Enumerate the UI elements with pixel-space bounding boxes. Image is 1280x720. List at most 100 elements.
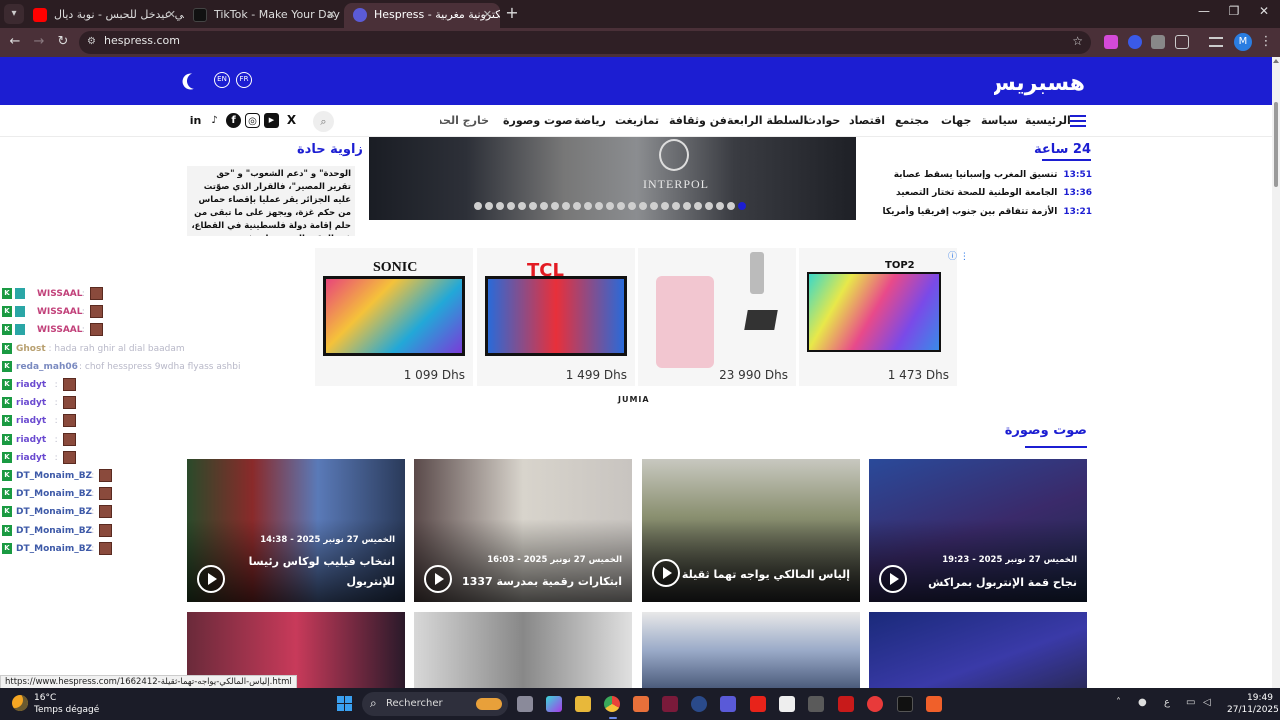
chat-username[interactable]: Ghost xyxy=(16,342,46,356)
weather-temperature[interactable]: 16°C xyxy=(34,693,56,703)
play-icon[interactable] xyxy=(424,565,452,593)
latest-section-title[interactable]: 24 ساعة xyxy=(1034,142,1091,157)
nav-item-economy[interactable]: اقتصاد xyxy=(849,114,885,127)
ad-product-card[interactable]: 23 990 Dhs xyxy=(638,248,796,386)
site-search-icon[interactable]: ⌕ xyxy=(313,111,334,132)
extension-icon[interactable] xyxy=(1151,35,1165,49)
nav-item-video[interactable]: صوت وصورة xyxy=(503,114,573,127)
scrollbar-thumb[interactable] xyxy=(1274,102,1278,187)
app-icon[interactable] xyxy=(633,696,649,712)
slider-dot[interactable] xyxy=(496,202,504,210)
chrome-menu-icon[interactable]: ⋮ xyxy=(1257,33,1275,51)
video-card[interactable] xyxy=(642,612,860,689)
tray-chevron-icon[interactable]: ˄ xyxy=(1116,697,1121,708)
tab-youtube[interactable]: كلشي عيدخل للحبس - نوبة ديال ✕ xyxy=(24,3,184,28)
chrome-icon[interactable] xyxy=(604,696,620,712)
nav-item-society[interactable]: مجتمع xyxy=(895,114,929,127)
netflix-icon[interactable] xyxy=(838,696,854,712)
extension-icon[interactable] xyxy=(1104,35,1118,49)
app-icon[interactable] xyxy=(779,696,795,712)
video-card[interactable]: الخميس 27 نونبر 2025 - 16:03 ابتكارات رق… xyxy=(414,459,632,602)
taskbar-search[interactable]: ⌕ Rechercher xyxy=(362,692,508,716)
slider-dot[interactable] xyxy=(573,202,581,210)
youtube-icon[interactable]: ▶ xyxy=(264,113,279,128)
forward-button[interactable]: → xyxy=(30,33,48,51)
volume-icon[interactable]: ◁ xyxy=(1203,697,1211,708)
slider-dot[interactable] xyxy=(551,202,559,210)
youtube-app-icon[interactable] xyxy=(750,696,766,712)
nav-item-culture[interactable]: فن وثقافة xyxy=(669,114,727,127)
nav-item-home[interactable]: الرئيسية xyxy=(1025,114,1071,127)
slider-dot[interactable] xyxy=(529,202,537,210)
slider-dot[interactable] xyxy=(738,202,746,210)
nav-item-regions[interactable]: جهات xyxy=(941,114,971,127)
microphone-icon[interactable]: ● xyxy=(1138,697,1147,708)
task-view-icon[interactable] xyxy=(517,696,533,712)
app-icon[interactable] xyxy=(662,696,678,712)
weather-description[interactable]: Temps dégagé xyxy=(34,705,99,715)
chat-username[interactable]: WISSAAL xyxy=(37,287,83,301)
close-tab-icon[interactable]: ✕ xyxy=(327,3,336,26)
opinion-excerpt[interactable]: الوحدة" و "دعم الشعوب" و "حق تقرير المصي… xyxy=(187,166,355,236)
keyboard-language[interactable]: ع xyxy=(1164,697,1170,708)
clock-time[interactable]: 19:49 xyxy=(1247,693,1273,703)
teams-icon[interactable] xyxy=(720,696,736,712)
page-scrollbar[interactable] xyxy=(1272,57,1280,688)
tiktok-icon[interactable]: ♪ xyxy=(207,113,222,128)
chat-username[interactable]: riadyt xyxy=(16,378,46,392)
chat-username[interactable]: DT_Monaim_BZ xyxy=(16,487,92,501)
slider-dot[interactable] xyxy=(694,202,702,210)
slider-dot[interactable] xyxy=(562,202,570,210)
slider-dot[interactable] xyxy=(716,202,724,210)
copilot-icon[interactable] xyxy=(546,696,562,712)
app-icon[interactable] xyxy=(867,696,883,712)
latest-news-item[interactable]: 13:21 الأزمة تتفاقم بين جنوب إفريقيا وأمر… xyxy=(882,207,1092,217)
nav-item-tamazight[interactable]: تمازيغت xyxy=(615,114,659,127)
chat-username[interactable]: reda_mah06 xyxy=(16,360,78,374)
play-icon[interactable] xyxy=(652,559,680,587)
address-bar[interactable]: ⚙ hespress.com ☆ xyxy=(79,31,1091,54)
slider-dot[interactable] xyxy=(584,202,592,210)
nav-item-sports[interactable]: رياضة xyxy=(574,114,606,127)
network-icon[interactable]: ▭ xyxy=(1186,697,1195,708)
chat-username[interactable]: riadyt xyxy=(16,451,46,465)
extensions-puzzle-icon[interactable] xyxy=(1175,35,1189,49)
slider-dot[interactable] xyxy=(474,202,482,210)
instagram-icon[interactable]: ◎ xyxy=(245,113,260,128)
ad-product-card[interactable]: SONIC 1 099 Dhs xyxy=(315,248,473,386)
ad-product-card[interactable]: TOP2 1 473 Dhs xyxy=(799,248,957,386)
close-window-button[interactable]: ✕ xyxy=(1249,4,1279,18)
chat-username[interactable]: WISSAAL xyxy=(37,305,83,319)
chat-username[interactable]: riadyt xyxy=(16,396,46,410)
slider-dot[interactable] xyxy=(518,202,526,210)
nav-item-politics[interactable]: سياسة xyxy=(981,114,1018,127)
latest-news-item[interactable]: 13:51 تنسيق المغرب وإسبانيا يسقط عصابة xyxy=(894,170,1092,180)
slider-dot[interactable] xyxy=(595,202,603,210)
site-info-icon[interactable]: ⚙ xyxy=(87,36,99,48)
video-card[interactable]: إلياس المالكي يواجه تهما ثقيلة xyxy=(642,459,860,602)
slider-dot[interactable] xyxy=(540,202,548,210)
slider-dot[interactable] xyxy=(727,202,735,210)
slider-dot[interactable] xyxy=(628,202,636,210)
video-card[interactable] xyxy=(869,612,1087,689)
slider-dot[interactable] xyxy=(672,202,680,210)
slider-dot[interactable] xyxy=(650,202,658,210)
bookmark-star-icon[interactable]: ☆ xyxy=(1072,34,1083,48)
slider-dot[interactable] xyxy=(639,202,647,210)
lang-fr-button[interactable]: FR xyxy=(236,72,252,88)
slider-dot[interactable] xyxy=(617,202,625,210)
new-tab-button[interactable]: + xyxy=(503,4,521,22)
chat-username[interactable]: DT_Monaim_BZ xyxy=(16,524,92,538)
chat-username[interactable]: WISSAAL xyxy=(37,323,83,337)
slider-dot[interactable] xyxy=(661,202,669,210)
chat-username[interactable]: DT_Monaim_BZ xyxy=(16,469,92,483)
slider-dot[interactable] xyxy=(705,202,713,210)
slider-dot[interactable] xyxy=(507,202,515,210)
reading-list-icon[interactable] xyxy=(1209,37,1223,47)
back-button[interactable]: ← xyxy=(6,33,24,51)
nav-item-international[interactable]: خارج الحدو xyxy=(440,114,489,127)
hespress-logo[interactable]: هسبريس xyxy=(994,66,1086,96)
slider-dot[interactable] xyxy=(683,202,691,210)
facebook-icon[interactable]: f xyxy=(226,113,241,128)
file-explorer-icon[interactable] xyxy=(575,696,591,712)
